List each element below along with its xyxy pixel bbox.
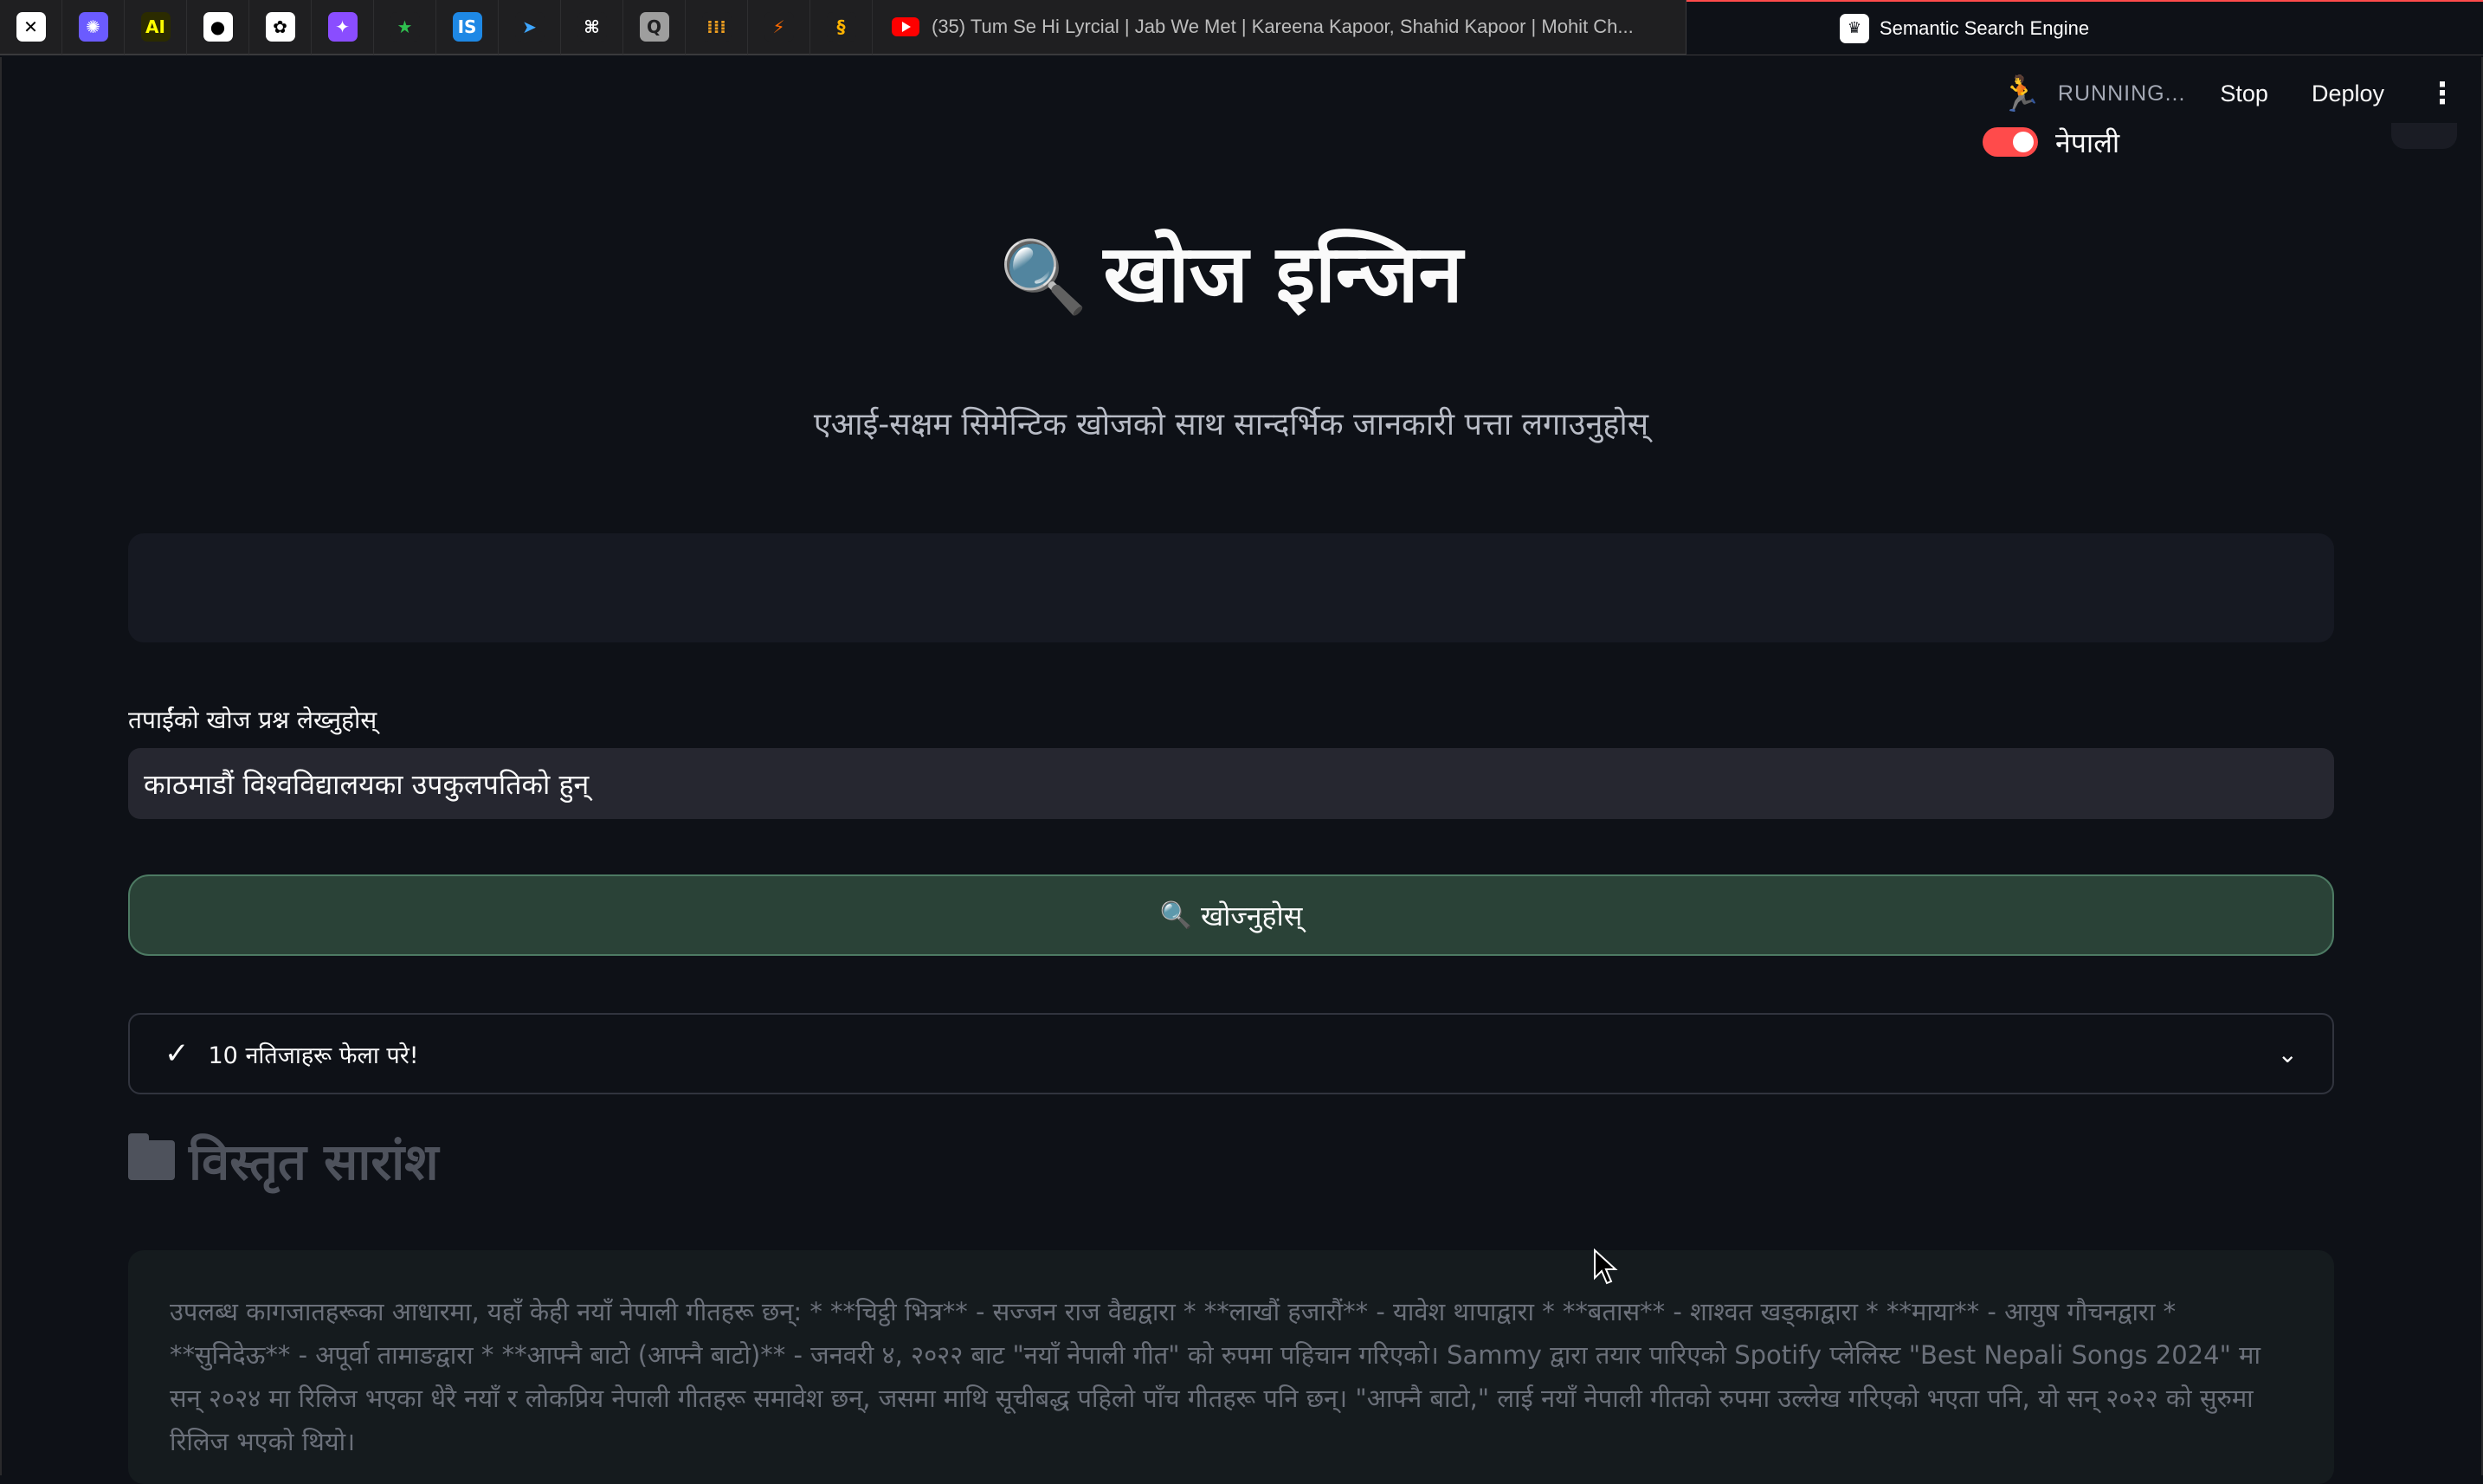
pinned-tabs: ✕ ✺ AI ● ✿ ✦ ★ IS ➤ ⌘ Q ⁞⁞⁞ ⚡ § <box>0 0 873 55</box>
pinned-tab[interactable]: ✕ <box>0 0 62 55</box>
ai-icon: AI <box>140 12 171 42</box>
github-icon: ● <box>203 12 233 42</box>
q-icon: Q <box>639 12 669 42</box>
pinned-tab[interactable]: ⌘ <box>561 0 623 55</box>
summary-card: उपलब्ध कागजातहरूका आधारमा, यहाँ केही नया… <box>128 1250 2334 1484</box>
language-toggle[interactable]: नेपाली <box>1983 125 2119 159</box>
deploy-button[interactable]: Deploy <box>2312 81 2384 107</box>
mouse-cursor-icon <box>1594 1248 1618 1285</box>
pinned-tab[interactable]: ★ <box>374 0 436 55</box>
window-frame-left <box>0 57 2 1475</box>
query-label: तपाईंको खोज प्रश्न लेख्नुहोस् <box>128 706 377 734</box>
pinned-tab[interactable]: ✺ <box>62 0 125 55</box>
check-icon: ✓ <box>164 1036 190 1071</box>
tab-youtube[interactable]: (35) Tum Se Hi Lyrcial | Jab We Met | Ka… <box>873 0 1687 55</box>
bolt-icon: ⚡ <box>764 12 794 42</box>
pinned-tab[interactable]: ⚡ <box>748 0 810 55</box>
search-input[interactable] <box>128 748 2334 819</box>
pinned-tab[interactable]: ➤ <box>499 0 561 55</box>
language-switch[interactable] <box>1983 127 2038 157</box>
summary-heading-text: विस्तृत सारांश <box>189 1132 439 1191</box>
language-label: नेपाली <box>2055 126 2120 159</box>
openai-icon: ✿ <box>265 12 295 42</box>
pinned-tab[interactable]: IS <box>436 0 499 55</box>
chevron-down-icon[interactable]: ⌄ <box>2278 1040 2298 1068</box>
youtube-icon <box>892 17 919 36</box>
dots-icon: ⁞⁞⁞ <box>701 12 732 42</box>
pinned-tab[interactable]: ● <box>187 0 249 55</box>
tab-semantic-search[interactable]: ♛ Semantic Search Engine <box>1687 0 2483 55</box>
empty-container <box>128 533 2334 642</box>
results-status-text: 10 नतिजाहरू फेला परे! <box>208 1042 419 1069</box>
summary-heading: विस्तृत सारांश <box>128 1126 439 1194</box>
page-title-text: खोज इन्जिन <box>1103 228 1463 320</box>
streamlit-crown-icon: ♛ <box>1839 13 1869 43</box>
search-button[interactable]: 🔍 खोज्नुहोस् <box>128 874 2334 956</box>
pinned-tab[interactable]: Q <box>623 0 686 55</box>
app-header: 🏃 RUNNING... Stop Deploy ⋮ <box>0 57 2483 130</box>
page-subtitle: एआई-सक्षम सिमेन्टिक खोजको साथ सान्दर्भिक… <box>813 407 1649 442</box>
tab-youtube-title: (35) Tum Se Hi Lyrcial | Jab We Met | Ka… <box>932 16 1634 37</box>
x-icon: ✕ <box>16 12 46 42</box>
bird-icon: ➤ <box>514 12 545 42</box>
top-right-chip <box>2391 123 2457 149</box>
is-icon: IS <box>452 12 482 42</box>
browser-tab-bar: ✕ ✺ AI ● ✿ ✦ ★ IS ➤ ⌘ Q ⁞⁞⁞ ⚡ § (35) Tum Se Hi Lyrcia… <box>0 0 2483 55</box>
pinned-tab[interactable]: ⁞⁞⁞ <box>686 0 748 55</box>
perplexity-icon: ✦ <box>327 12 358 42</box>
search-button-label: खोज्नुहोस् <box>1200 899 1303 932</box>
grid-app-icon: ⌘ <box>577 12 607 42</box>
swirl-icon: § <box>826 12 856 42</box>
results-status-expander[interactable]: ✓ 10 नतिजाहरू फेला परे! ⌄ <box>128 1013 2334 1094</box>
folder-icon <box>128 1132 175 1180</box>
pinned-tab[interactable]: § <box>810 0 873 55</box>
pinned-tab[interactable]: AI <box>125 0 187 55</box>
search-icon: 🔍 <box>1159 900 1192 931</box>
tab-semantic-search-title: Semantic Search Engine <box>1879 16 2090 39</box>
pinned-tab[interactable]: ✿ <box>249 0 312 55</box>
running-status: RUNNING... <box>2057 81 2186 106</box>
gear-app-icon: ✺ <box>78 12 108 42</box>
stop-button[interactable]: Stop <box>2220 81 2268 107</box>
magnifier-icon: 🔍 <box>999 236 1088 319</box>
pinned-tab[interactable]: ✦ <box>312 0 374 55</box>
main-menu-icon[interactable]: ⋮ <box>2428 76 2457 111</box>
page-title: 🔍 खोज इन्जिन <box>128 216 2334 325</box>
running-person-icon: 🏃 <box>1999 74 2042 114</box>
star-icon: ★ <box>390 12 420 42</box>
